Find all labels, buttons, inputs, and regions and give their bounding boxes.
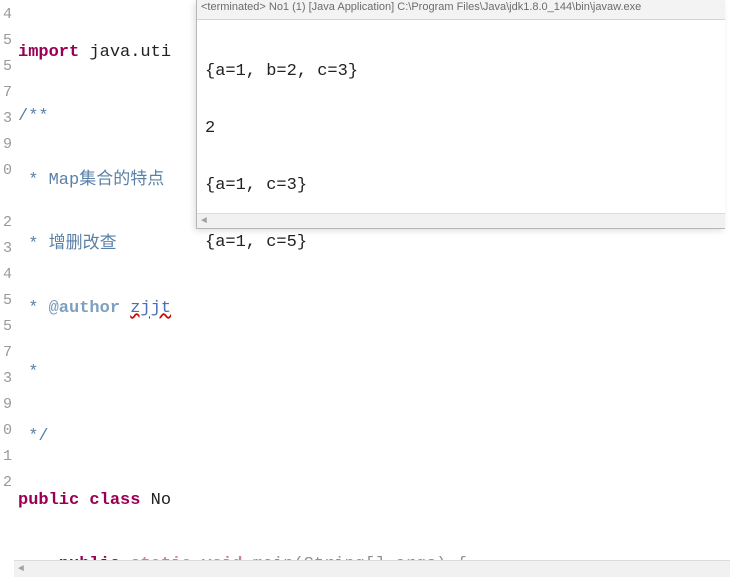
author-name: zjjt bbox=[130, 299, 171, 318]
line-number: 2 bbox=[0, 470, 14, 496]
line-number: 4 bbox=[0, 262, 14, 288]
line-number: 3 bbox=[0, 366, 14, 392]
line-number: 9 bbox=[0, 392, 14, 418]
line-number: 3 bbox=[0, 236, 14, 262]
line-number: 7 bbox=[0, 80, 14, 106]
line-number-gutter: 4 5 5 7 3 9 0 2 3 4 5 5 7 3 9 0 1 2 bbox=[0, 0, 14, 577]
space bbox=[120, 299, 130, 318]
code-line[interactable]: * bbox=[14, 360, 730, 386]
javadoc-star: * bbox=[18, 363, 38, 382]
code-line[interactable]: * @author zjjt bbox=[14, 296, 730, 322]
horizontal-scrollbar[interactable]: ◄ bbox=[14, 560, 730, 577]
line-number: 5 bbox=[0, 54, 14, 80]
line-number: 4 bbox=[0, 2, 14, 28]
javadoc-star: * bbox=[18, 299, 49, 318]
line-number: 5 bbox=[0, 288, 14, 314]
line-number: 1 bbox=[0, 444, 14, 470]
line-number bbox=[0, 184, 14, 210]
space bbox=[79, 491, 89, 510]
javadoc-star: * bbox=[18, 171, 49, 190]
console-view[interactable]: <terminated> No1 (1) [Java Application] … bbox=[196, 0, 725, 229]
console-output[interactable]: {a=1, b=2, c=3} 2 {a=1, c=3} {a=1, c=5} bbox=[197, 20, 725, 294]
line-number: 5 bbox=[0, 28, 14, 54]
line-number: 5 bbox=[0, 314, 14, 340]
line-number: 7 bbox=[0, 340, 14, 366]
code-text: java.uti bbox=[79, 43, 171, 62]
javadoc-star: * bbox=[18, 235, 49, 254]
javadoc-text: Map集合的特点 bbox=[49, 171, 165, 190]
code-line[interactable]: public class No bbox=[14, 488, 730, 514]
keyword-class: class bbox=[89, 491, 140, 510]
scroll-left-arrow[interactable]: ◄ bbox=[197, 214, 211, 228]
line-number: 2 bbox=[0, 210, 14, 236]
console-line: {a=1, c=5} bbox=[205, 233, 717, 252]
keyword-import: import bbox=[18, 43, 79, 62]
line-number: 9 bbox=[0, 132, 14, 158]
keyword-public: public bbox=[18, 491, 79, 510]
code-line[interactable]: */ bbox=[14, 424, 730, 450]
javadoc-end: */ bbox=[18, 427, 49, 446]
line-number: 0 bbox=[0, 418, 14, 444]
javadoc-start: /** bbox=[18, 107, 49, 126]
console-line: {a=1, c=3} bbox=[205, 176, 717, 195]
console-header: <terminated> No1 (1) [Java Application] … bbox=[197, 0, 725, 20]
line-number: 3 bbox=[0, 106, 14, 132]
scroll-left-arrow[interactable]: ◄ bbox=[14, 562, 28, 576]
javadoc-text: 增删改查 bbox=[49, 235, 117, 254]
console-horizontal-scrollbar[interactable]: ◄ bbox=[197, 213, 725, 228]
javadoc-tag-author: @author bbox=[49, 299, 120, 318]
class-name: No bbox=[140, 491, 171, 510]
console-line: {a=1, b=2, c=3} bbox=[205, 62, 717, 81]
console-line: 2 bbox=[205, 119, 717, 138]
line-number: 0 bbox=[0, 158, 14, 184]
